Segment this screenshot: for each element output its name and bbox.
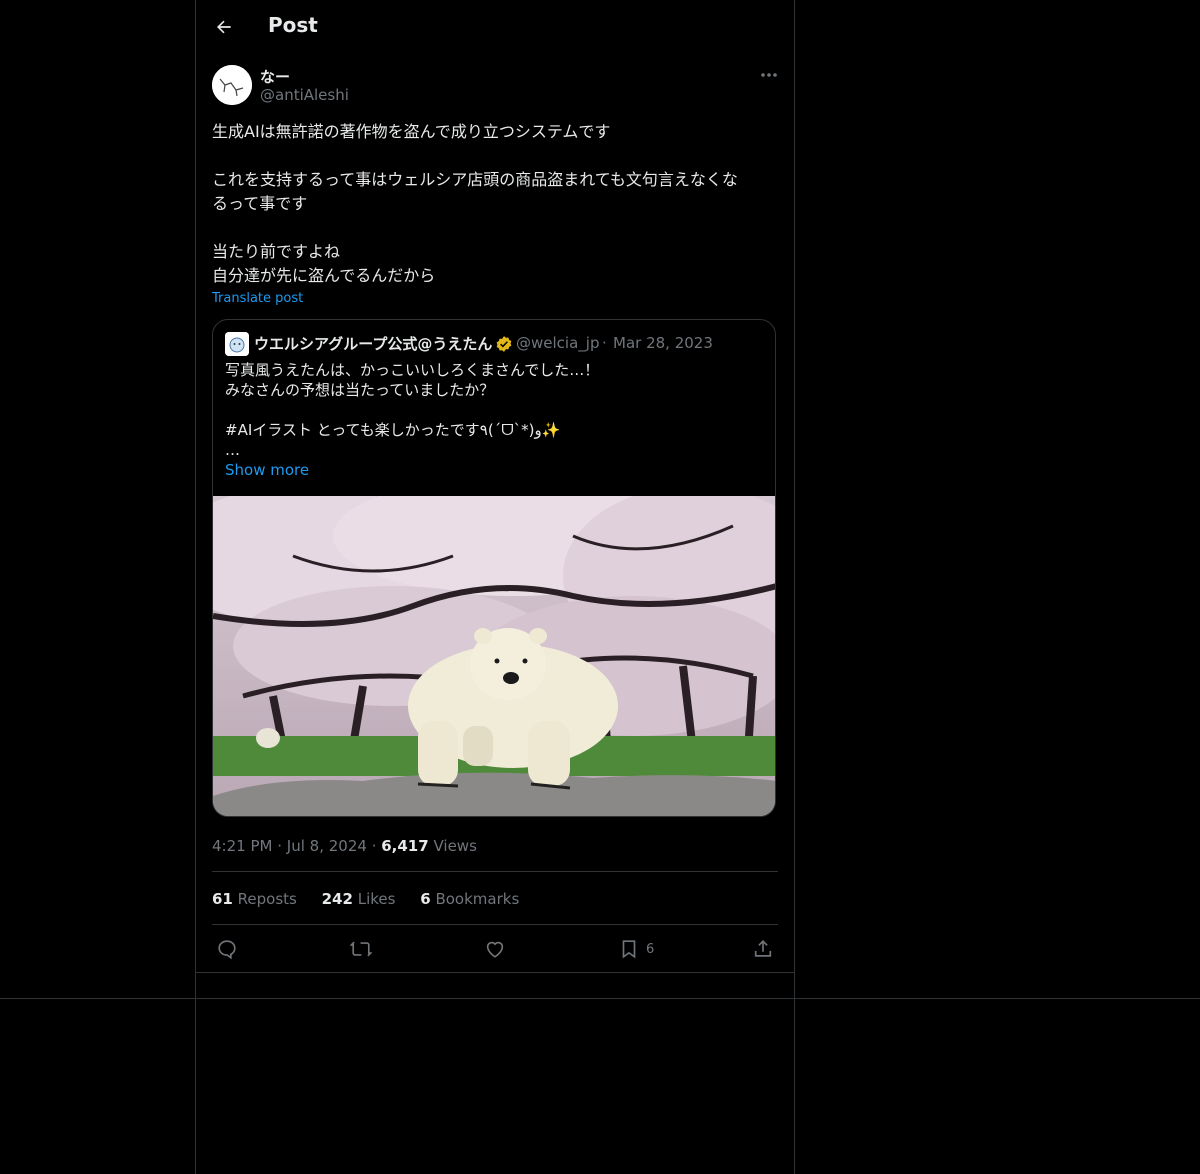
bookmarks-label: Bookmarks: [435, 890, 520, 908]
verified-badge-icon: [495, 335, 513, 353]
likes-stat[interactable]: 242 Likes: [322, 890, 401, 908]
reposts-stat[interactable]: 61 Reposts: [212, 890, 302, 908]
quoted-post[interactable]: ウエルシアグループ公式@うえたん @welcia_jp · Mar 28, 20…: [212, 319, 776, 817]
divider: [212, 871, 778, 872]
author-name[interactable]: なー: [260, 66, 290, 87]
views-label: Views: [433, 837, 477, 855]
post-time[interactable]: 4:21 PM: [212, 837, 272, 855]
action-bar: 6: [196, 934, 794, 966]
bookmarks-stat[interactable]: 6 Bookmarks: [420, 890, 519, 908]
quote-author-name[interactable]: ウエルシアグループ公式@うえたん: [254, 333, 492, 354]
post-meta: 4:21 PM · Jul 8, 2024 · 6,417 Views: [212, 837, 477, 855]
post-date[interactable]: Jul 8, 2024: [287, 837, 367, 855]
divider: [196, 972, 794, 973]
quote-author-handle[interactable]: @welcia_jp: [516, 334, 599, 352]
separator-dot: ·: [602, 334, 607, 352]
avatar[interactable]: [212, 65, 252, 105]
likes-count: 242: [321, 890, 353, 908]
separator-dot: ·: [371, 837, 382, 855]
post-stats: 61 Reposts 242 Likes 6 Bookmarks: [212, 890, 539, 908]
reply-icon[interactable]: [216, 938, 238, 962]
more-horizontal-icon[interactable]: [758, 66, 780, 84]
bookmarks-count: 6: [420, 890, 431, 908]
divider: [212, 924, 778, 925]
post-text: 生成AIは無許諾の著作物を盗んで成り立つシステムです これを支持するって事はウェ…: [212, 122, 738, 285]
reposts-count: 61: [212, 890, 233, 908]
quote-avatar[interactable]: [225, 332, 249, 356]
repost-icon[interactable]: [349, 938, 373, 962]
quote-image-polar-bear[interactable]: [213, 476, 775, 816]
quote-date[interactable]: Mar 28, 2023: [613, 334, 713, 352]
page-title: Post: [268, 13, 318, 37]
quote-text: 写真風うえたんは、かっこいいしろくまさんでした…！ みなさんの予想は当たっていま…: [225, 361, 600, 459]
reposts-label: Reposts: [237, 890, 297, 908]
bookmark-button[interactable]: 6: [618, 938, 668, 962]
arrow-left-icon[interactable]: [214, 17, 234, 37]
top-bar: Post: [196, 0, 794, 53]
views-count: 6,417: [381, 837, 429, 855]
translate-post-link[interactable]: Translate post: [212, 291, 303, 306]
bookmark-icon: [618, 940, 640, 964]
share-icon[interactable]: [752, 938, 774, 962]
section-divider: [0, 998, 1200, 999]
author-handle[interactable]: @antiAleshi: [260, 86, 349, 104]
likes-label: Likes: [357, 890, 396, 908]
bookmark-count: 6: [646, 942, 655, 957]
show-more-link[interactable]: Show more: [225, 461, 309, 479]
heart-icon[interactable]: [484, 938, 506, 962]
separator-dot: ·: [277, 837, 287, 855]
